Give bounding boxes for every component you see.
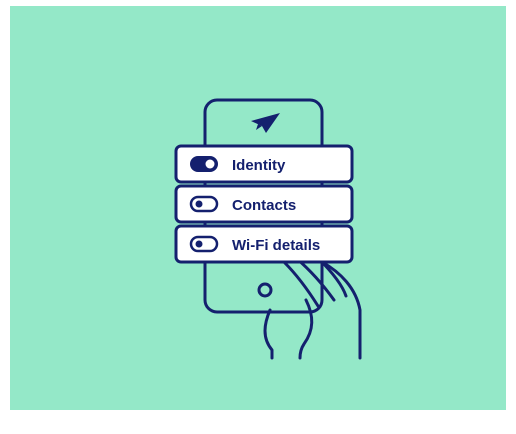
permission-label-contacts: Contacts xyxy=(232,197,296,214)
permission-label-identity: Identity xyxy=(232,157,286,174)
toggle-on-icon[interactable] xyxy=(190,156,218,172)
toggle-off-icon[interactable] xyxy=(189,235,219,253)
permission-row-identity[interactable]: Identity xyxy=(174,144,354,184)
permission-row-contacts[interactable]: Contacts xyxy=(174,184,354,224)
permission-row-wifi-details[interactable]: Wi-Fi details xyxy=(174,224,354,264)
toggle-off-icon[interactable] xyxy=(189,195,219,213)
permission-label-wifi-details: Wi-Fi details xyxy=(232,237,320,254)
phone-permissions-illustration: Identity Contacts Wi-Fi details xyxy=(174,98,362,360)
